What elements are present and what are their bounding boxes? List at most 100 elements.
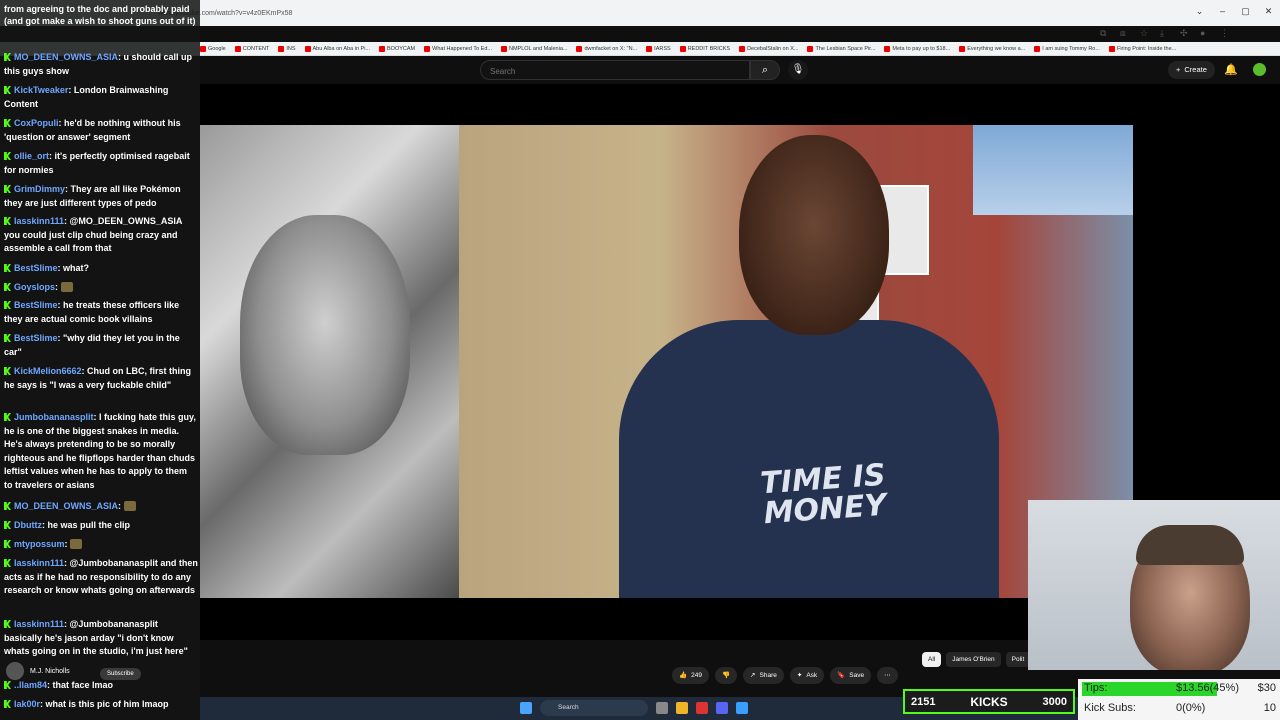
chat-message: Jumbobananasplit: I fucking hate this gu… <box>4 411 198 492</box>
bookmark-item[interactable]: Everything we know a... <box>959 45 1026 52</box>
bookmark-item[interactable]: NMPLOL and Malenia... <box>500 45 567 52</box>
bookmark-favicon-icon <box>200 45 206 52</box>
emote-icon <box>70 539 83 549</box>
filter-chip[interactable]: All <box>922 652 942 667</box>
chevron-down-icon[interactable]: ⌄ <box>1188 0 1211 22</box>
voice-search-button[interactable]: 🎙 <box>788 60 808 80</box>
bookmark-item[interactable]: CONTENT <box>234 45 269 52</box>
chat-username[interactable]: KickMelion6662 <box>14 366 82 376</box>
more-button[interactable]: ⋯ <box>877 667 898 684</box>
puzzle-icon[interactable]: ✣ <box>1180 28 1192 38</box>
channel-info: M.J. Nicholls <box>6 662 70 680</box>
chat-message: BestSlime: "why did they let you in the … <box>4 332 198 359</box>
download-icon[interactable]: ⤓ <box>1160 28 1172 38</box>
emote-icon <box>60 282 73 292</box>
bookmark-item[interactable]: Abu Alba on Aba in Pi... <box>304 45 371 52</box>
shirt-print: TIME IS MONEY <box>759 457 888 532</box>
kick-badge-icon <box>4 119 11 127</box>
maximize-icon[interactable]: ▢ <box>1234 0 1257 22</box>
bookmark-button[interactable]: 🔖 Save <box>830 667 872 684</box>
bookmark-item[interactable]: REDDIT BRICKS <box>679 45 730 52</box>
bookmark-label: The Lesbian Space Pir... <box>815 45 876 52</box>
share-button[interactable]: ↗ Share <box>743 667 784 684</box>
bookmark-label: Everything we know a... <box>967 45 1026 52</box>
kick-badge-icon <box>4 86 11 94</box>
chat-username[interactable]: lasskinn111 <box>14 619 64 629</box>
bookmark-item[interactable]: Firing Point: Inside the... <box>1108 45 1176 52</box>
taskbar-search[interactable]: Search <box>540 700 648 716</box>
bookmark-item[interactable]: IARSS <box>646 45 671 52</box>
chat-username[interactable]: GrimDimmy <box>14 184 65 194</box>
action-label: 249 <box>691 672 702 679</box>
account-avatar[interactable] <box>1253 63 1266 76</box>
chat-username[interactable]: MO_DEEN_OWNS_ASIA <box>14 52 118 62</box>
chrome-icon[interactable] <box>696 702 708 714</box>
chat-separator: : <box>55 282 61 292</box>
task-view-icon[interactable] <box>656 702 668 714</box>
chat-message: KickMelion6662: Chud on LBC, first thing… <box>4 365 198 392</box>
bookmark-item[interactable]: dwmfacket on X: "N... <box>576 45 638 52</box>
discord-icon[interactable] <box>716 702 728 714</box>
address-bar[interactable]: www.youtube.com/watch?v=v4z0EKmPx58 <box>158 4 1038 24</box>
chat-username[interactable]: ..llam84 <box>14 680 47 690</box>
search-button[interactable]: ⌕ <box>750 60 780 80</box>
bookmark-item[interactable]: DecebalStalin on X... <box>739 45 798 52</box>
kick-badge-icon <box>4 152 11 160</box>
dislike-button[interactable]: 👎 <box>714 667 738 684</box>
chat-username[interactable]: Dbuttz <box>14 520 42 530</box>
chat-username[interactable]: BestSlime <box>14 333 58 343</box>
kick-badge-icon <box>4 700 11 708</box>
chat-message: ..llam84: that face lmao <box>4 679 198 693</box>
like-button[interactable]: 👍 249 <box>672 667 709 684</box>
bookmark-item[interactable]: I am suing Tommy Ro... <box>1034 45 1100 52</box>
chat-username[interactable]: Jumbobananasplit <box>14 412 94 422</box>
minimize-icon[interactable]: – <box>1211 0 1234 22</box>
chat-username[interactable]: Goyslops <box>14 282 55 292</box>
bookmark-item[interactable]: The Lesbian Space Pir... <box>807 45 876 52</box>
filter-chip[interactable]: James O'Brien <box>946 652 1001 667</box>
sparkle-icon: ✦ <box>796 672 803 679</box>
like-icon: 👍 <box>679 672 688 679</box>
channel-avatar[interactable] <box>6 662 24 680</box>
chat-username[interactable]: lasskinn111 <box>14 216 64 226</box>
filter-chip[interactable]: Polit <box>1005 652 1031 667</box>
bookmark-label: Abu Alba on Aba in Pi... <box>312 45 371 52</box>
bookmark-favicon-icon <box>424 45 431 52</box>
video-actions: 👍 249 👎 ↗ Share ✦ Ask 🔖 Save ⋯ <box>672 667 898 684</box>
bookmark-label: dwmfacket on X: "N... <box>584 45 638 52</box>
bookmark-item[interactable]: Meta to pay up to $18... <box>884 45 950 52</box>
translate-icon[interactable]: ⧉ <box>1100 28 1112 38</box>
bookmark-item[interactable]: BOOYCAM <box>379 45 416 52</box>
channel-name[interactable]: M.J. Nicholls <box>30 668 70 675</box>
chat-username[interactable]: BestSlime <box>14 300 58 310</box>
bookmark-label: Google <box>208 45 226 52</box>
search-input[interactable] <box>481 62 749 81</box>
action-label: Share <box>759 672 777 679</box>
chat-username[interactable]: ollie_ort <box>14 151 49 161</box>
windows-start-icon[interactable] <box>520 702 532 714</box>
chat-username[interactable]: lasskinn111 <box>14 558 64 568</box>
chat-username[interactable]: KickTweaker <box>14 85 68 95</box>
chat-username[interactable]: CoxPopuli <box>14 118 59 128</box>
menu-icon[interactable]: ⋮ <box>1220 28 1232 38</box>
file-explorer-icon[interactable] <box>676 702 688 714</box>
close-icon[interactable]: ✕ <box>1257 0 1280 22</box>
chat-username[interactable]: mtypossum <box>14 539 65 549</box>
notifications-bell-icon[interactable]: 🔔 <box>1224 63 1238 76</box>
app-icon[interactable] <box>736 702 748 714</box>
bookmark-item[interactable]: What Happened To Ed... <box>424 45 492 52</box>
chat-text: he was pull the clip <box>47 520 131 530</box>
bookmark-item[interactable]: Google <box>200 45 226 52</box>
subscribe-button[interactable]: Subscribe <box>100 668 141 680</box>
bookmark-item[interactable]: INS <box>278 45 296 52</box>
star-icon[interactable]: ☆ <box>1140 28 1152 38</box>
chat-username[interactable]: BestSlime <box>14 263 58 273</box>
video-photo-left <box>200 125 459 598</box>
profile-icon[interactable]: ● <box>1200 28 1212 38</box>
chat-username[interactable]: lak00r <box>14 699 40 709</box>
sparkle-button[interactable]: ✦ Ask <box>789 667 825 684</box>
create-button[interactable]: + Create <box>1168 61 1215 79</box>
chat-username[interactable]: MO_DEEN_OWNS_ASIA <box>14 501 118 511</box>
extension-icon[interactable]: ⧈ <box>1120 28 1132 38</box>
bookmark-label: BOOYCAM <box>387 45 416 52</box>
